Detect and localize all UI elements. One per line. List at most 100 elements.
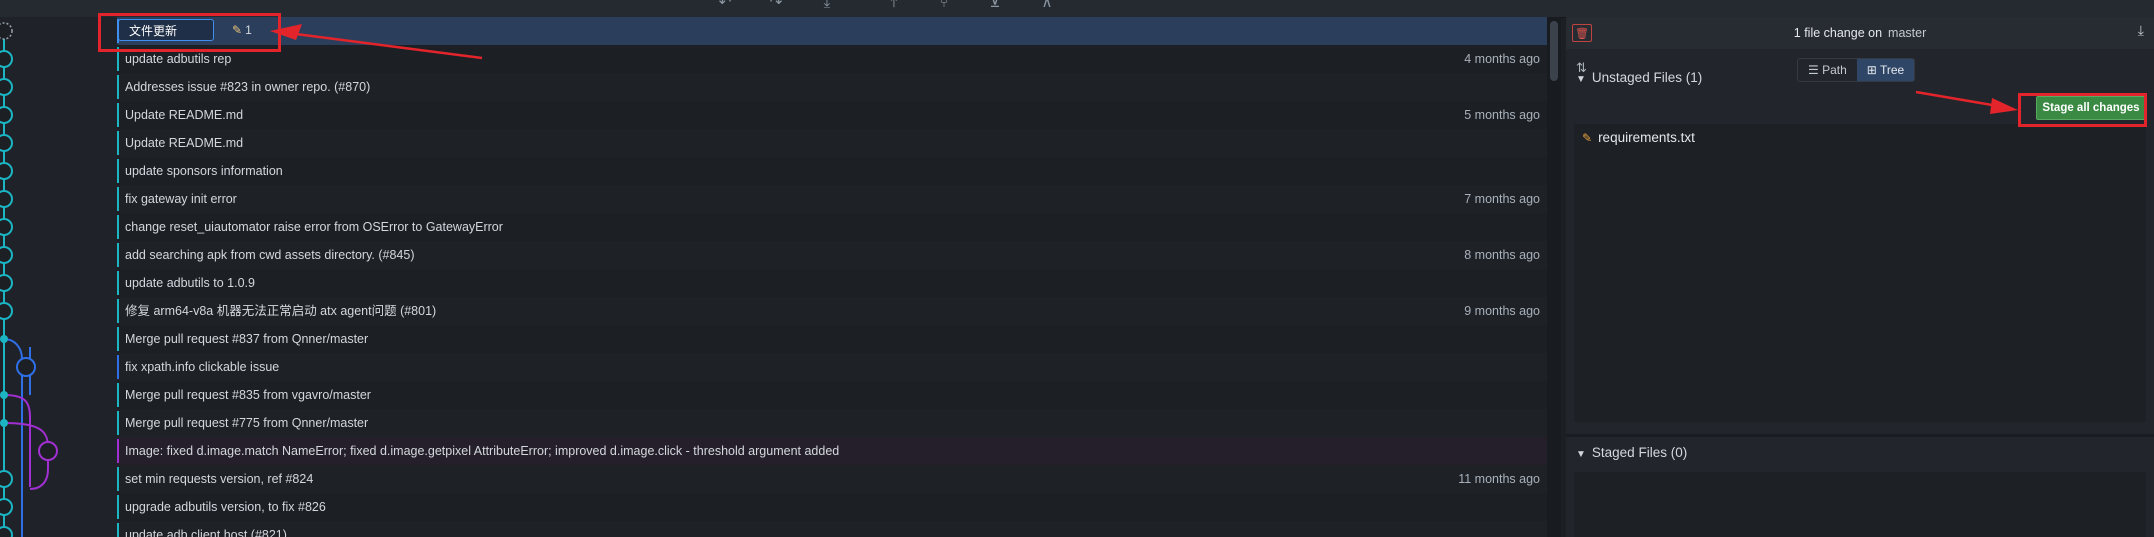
graph-node[interactable] — [0, 218, 13, 236]
commit-row[interactable]: update adb client host (#821) — [117, 521, 1560, 537]
commit-row[interactable]: change reset_uiautomator raise error fro… — [117, 213, 1560, 241]
changes-panel: 🗑 1 file change on master ⤓ ⇅ ☰ Path ⊞ Tr… — [1566, 17, 2154, 537]
panel-header: 🗑 1 file change on master ⤓ — [1566, 17, 2154, 49]
commit-message: Update README.md — [125, 136, 244, 150]
commit-row[interactable]: update adbutils to 1.0.9 — [117, 269, 1560, 297]
graph-node[interactable] — [0, 190, 13, 208]
commit-message: change reset_uiautomator raise error fro… — [125, 220, 503, 234]
commit-graph-panel: update adbutils rep 4 months ago Addresse… — [0, 17, 1560, 537]
commit-graph — [0, 22, 58, 537]
tree-view-label: Tree — [1879, 63, 1905, 77]
staged-file-list — [1574, 472, 2146, 537]
branch-name: master — [1888, 26, 1927, 40]
lane-marker — [117, 523, 119, 537]
path-view-button[interactable]: ☰ Path — [1798, 59, 1857, 81]
commit-message: Merge pull request #775 from Qnner/maste… — [125, 416, 369, 430]
lane-marker — [117, 495, 119, 519]
commit-row[interactable]: Merge pull request #835 from vgavro/mast… — [117, 381, 1560, 409]
wip-change-count: ✎ 1 — [232, 19, 252, 41]
lane-marker — [117, 131, 119, 155]
tree-icon: ⊞ — [1866, 63, 1880, 77]
commit-row[interactable]: Update README.md 5 months ago — [117, 101, 1560, 129]
staged-label: Staged Files (0) — [1591, 445, 1688, 460]
commit-time: 7 months ago — [1464, 192, 1540, 206]
commit-row-wip[interactable] — [117, 17, 1560, 45]
branch-icon[interactable]: ⑂ — [933, 0, 955, 10]
panel-title: 1 file change on master — [1566, 17, 2154, 49]
toolbar: ↶ ↷ ⤓ ⤒ ⑂ ⊻ ⊼ — [0, 0, 2154, 18]
commit-message: fix gateway init error — [125, 192, 237, 206]
commit-row[interactable]: Merge pull request #837 from Qnner/maste… — [117, 325, 1560, 353]
staged-header[interactable]: ▼ Staged Files (0) — [1576, 445, 1687, 460]
commit-row[interactable]: update adbutils rep 4 months ago — [117, 45, 1560, 73]
download-icon[interactable]: ⤓ — [2138, 23, 2144, 39]
commit-summary-input[interactable] — [119, 20, 213, 41]
commit-message: Image: fixed d.image.match NameError; fi… — [125, 444, 840, 458]
lane-marker — [117, 103, 119, 127]
scrollbar-thumb[interactable] — [1550, 21, 1558, 81]
stash-icon[interactable]: ⊻ — [984, 0, 1006, 10]
commit-message: fix xpath.info clickable issue — [125, 360, 280, 374]
commit-row[interactable]: Merge pull request #775 from Qnner/maste… — [117, 409, 1560, 437]
graph-node[interactable] — [0, 78, 13, 96]
caret-down-icon: ▼ — [1576, 74, 1586, 85]
commit-message: update adbutils rep — [125, 52, 232, 66]
commit-row[interactable]: Image: fixed d.image.match NameError; fi… — [117, 437, 1560, 465]
graph-node[interactable] — [0, 106, 13, 124]
graph-node[interactable] — [38, 441, 58, 461]
commit-row[interactable]: set min requests version, ref #824 11 mon… — [117, 465, 1560, 493]
graph-node[interactable] — [0, 470, 13, 488]
lane-marker — [117, 215, 119, 239]
commit-time: 11 months ago — [1458, 472, 1540, 486]
graph-node[interactable] — [0, 162, 13, 180]
graph-node[interactable] — [0, 274, 13, 292]
lane-marker — [117, 411, 119, 435]
graph-node-wip[interactable] — [0, 22, 13, 40]
commit-row[interactable]: Update README.md — [117, 129, 1560, 157]
graph-node[interactable] — [0, 50, 13, 68]
lane-marker — [117, 159, 119, 183]
lane-marker — [117, 299, 119, 323]
commit-row[interactable]: upgrade adbutils version, to fix #826 — [117, 493, 1560, 521]
stage-all-button[interactable]: Stage all changes — [2036, 96, 2146, 120]
graph-node[interactable] — [0, 134, 13, 152]
graph-merge-node[interactable] — [0, 335, 8, 343]
push-icon[interactable]: ⤒ — [883, 0, 905, 10]
unstaged-label: Unstaged Files (1) — [1591, 70, 1703, 85]
pull-icon[interactable]: ⤓ — [816, 0, 838, 10]
commit-row[interactable]: add searching apk from cwd assets direct… — [117, 241, 1560, 269]
commit-time: 5 months ago — [1464, 108, 1540, 122]
graph-merge-node[interactable] — [0, 391, 8, 399]
graph-node[interactable] — [0, 246, 13, 264]
redo-icon[interactable]: ↷ — [765, 0, 787, 10]
commit-message: Update README.md — [125, 108, 244, 122]
commit-message: 修复 arm64-v8a 机器无法正常启动 atx agent问题 (#801) — [125, 304, 437, 318]
file-item[interactable]: ✎ requirements.txt — [1582, 130, 1695, 145]
graph-node[interactable] — [0, 498, 13, 516]
graph-node[interactable] — [16, 357, 36, 377]
wip-message-field[interactable] — [118, 19, 214, 41]
commit-row[interactable]: fix xpath.info clickable issue — [117, 353, 1560, 381]
commit-row[interactable]: update sponsors information — [117, 157, 1560, 185]
lane-marker — [117, 75, 119, 99]
commit-row[interactable]: 修复 arm64-v8a 机器无法正常启动 atx agent问题 (#801)… — [117, 297, 1560, 325]
commit-message: upgrade adbutils version, to fix #826 — [125, 500, 326, 514]
commit-row[interactable]: fix gateway init error 7 months ago — [117, 185, 1560, 213]
commit-list-scrollbar[interactable] — [1547, 17, 1561, 537]
commit-list: update adbutils rep 4 months ago Addresse… — [117, 17, 1560, 537]
panel-divider[interactable] — [1566, 434, 2154, 437]
tree-view-button[interactable]: ⊞ Tree — [1856, 59, 1915, 81]
pop-icon[interactable]: ⊼ — [1036, 0, 1058, 10]
lane-marker — [117, 271, 119, 295]
view-toggle: ☰ Path ⊞ Tree — [1797, 58, 1916, 82]
commit-row[interactable]: Addresses issue #823 in owner repo. (#87… — [117, 73, 1560, 101]
unstaged-header[interactable]: ▼ Unstaged Files (1) — [1576, 70, 1702, 85]
graph-node[interactable] — [0, 302, 13, 320]
graph-merge-node[interactable] — [0, 419, 8, 427]
caret-down-icon: ▼ — [1576, 449, 1586, 460]
graph-node[interactable] — [0, 526, 13, 537]
undo-icon[interactable]: ↶ — [714, 0, 736, 10]
unstaged-file-list: ✎ requirements.txt — [1574, 124, 2146, 422]
commit-time: 8 months ago — [1464, 248, 1540, 262]
commit-message: Merge pull request #835 from vgavro/mast… — [125, 388, 371, 402]
